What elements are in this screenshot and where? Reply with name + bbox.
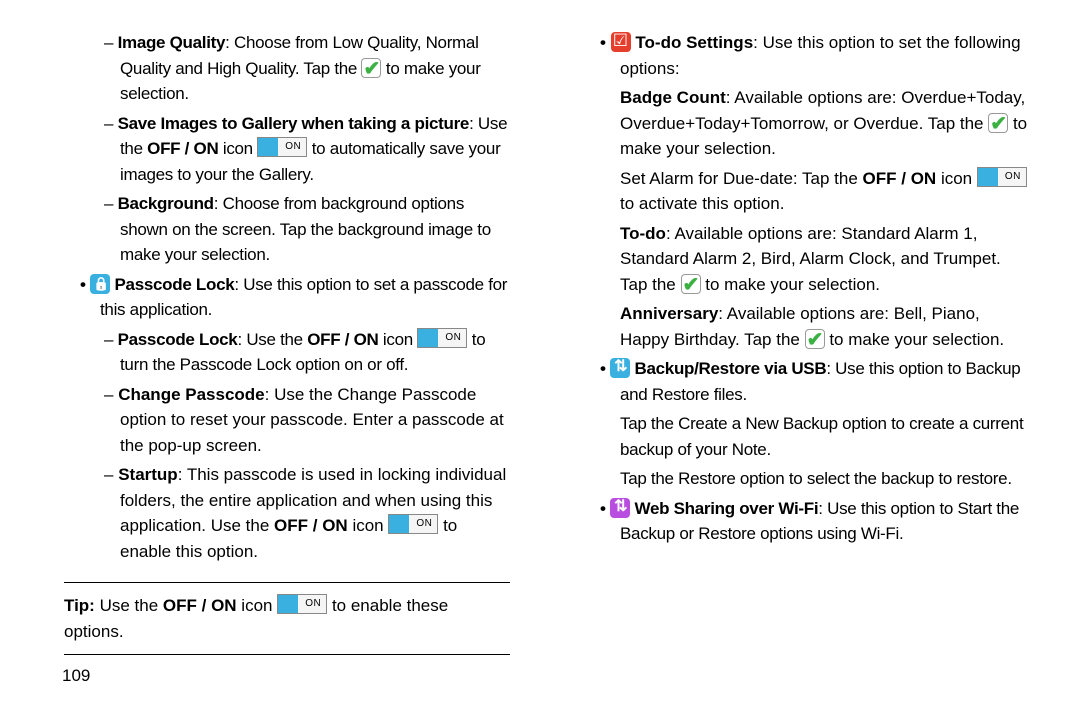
item-background: Background: Choose from background optio… xyxy=(40,191,510,268)
manual-page: Image Quality: Choose from Low Quality, … xyxy=(0,0,1080,665)
label: Image Quality xyxy=(118,33,226,52)
text-b: icon xyxy=(936,169,977,188)
item-save-images: Save Images to Gallery when taking a pic… xyxy=(40,111,510,188)
todo-icon xyxy=(611,32,631,52)
item-set-alarm: Set Alarm for Due-date: Tap the OFF / ON… xyxy=(560,166,1030,217)
text-b: icon xyxy=(379,330,418,349)
text-b: icon xyxy=(348,516,389,535)
divider xyxy=(64,582,510,583)
on-switch-icon xyxy=(417,328,467,348)
tip-line: Tip: Use the OFF / ON icon to enable the… xyxy=(40,593,510,644)
item-passcode-lock-heading: Passcode Lock: Use this option to set a … xyxy=(40,272,510,323)
text-b: to make your selection. xyxy=(825,330,1005,349)
checkmark-icon xyxy=(361,58,381,78)
page-number: 109 xyxy=(62,663,90,689)
label: Web Sharing over Wi-Fi xyxy=(635,499,819,518)
divider xyxy=(64,654,510,655)
item-web-sharing-wifi: Web Sharing over Wi-Fi: Use this option … xyxy=(560,496,1030,547)
item-backup-restore-usb: Backup/Restore via USB: Use this option … xyxy=(560,356,1030,407)
on-switch-icon xyxy=(257,137,307,157)
usb-icon xyxy=(610,358,630,378)
label: Backup/Restore via USB xyxy=(635,359,827,378)
off-on: OFF / ON xyxy=(307,330,378,349)
text-b: icon xyxy=(237,596,278,615)
label: Background xyxy=(118,194,214,213)
text-c: to activate this option. xyxy=(620,194,784,213)
checkmark-icon xyxy=(681,274,701,294)
label: Badge Count xyxy=(620,88,726,107)
text-a: Use the xyxy=(95,596,163,615)
label: Passcode Lock xyxy=(118,330,238,349)
off-on: OFF / ON xyxy=(863,169,937,188)
item-todo-settings: To-do Settings: Use this option to set t… xyxy=(560,30,1030,81)
text-b: icon xyxy=(218,139,257,158)
text-restore: Tap the Restore option to select the bac… xyxy=(560,466,1030,492)
label: Change Passcode xyxy=(118,385,264,404)
text-a: Set Alarm for Due-date: Tap the xyxy=(620,169,863,188)
off-on: OFF / ON xyxy=(147,139,218,158)
label: To-do Settings xyxy=(635,33,753,52)
lock-icon xyxy=(90,274,110,294)
text-a: : Use the xyxy=(237,330,307,349)
wifi-icon xyxy=(610,498,630,518)
on-switch-icon xyxy=(277,594,327,614)
item-passcode-lock-toggle: Passcode Lock: Use the OFF / ON icon to … xyxy=(40,327,510,378)
left-column: Image Quality: Choose from Low Quality, … xyxy=(40,30,510,665)
off-on: OFF / ON xyxy=(274,516,348,535)
label: Anniversary xyxy=(620,304,718,323)
on-switch-icon xyxy=(977,167,1027,187)
item-image-quality: Image Quality: Choose from Low Quality, … xyxy=(40,30,510,107)
item-startup: Startup: This passcode is used in lockin… xyxy=(40,462,510,564)
label: Startup xyxy=(118,465,178,484)
label: To-do xyxy=(620,224,666,243)
item-anniversary: Anniversary: Available options are: Bell… xyxy=(560,301,1030,352)
item-change-passcode: Change Passcode: Use the Change Passcode… xyxy=(40,382,510,459)
on-switch-icon xyxy=(388,514,438,534)
text-b: to make your selection. xyxy=(701,275,881,294)
right-column: To-do Settings: Use this option to set t… xyxy=(560,30,1030,665)
label: Save Images to Gallery when taking a pic… xyxy=(118,114,470,133)
tip-label: Tip: xyxy=(64,596,95,615)
item-badge-count: Badge Count: Available options are: Over… xyxy=(560,85,1030,162)
off-on: OFF / ON xyxy=(163,596,237,615)
item-todo-alarm-type: To-do: Available options are: Standard A… xyxy=(560,221,1030,298)
text-create-backup: Tap the Create a New Backup option to cr… xyxy=(560,411,1030,462)
label: Passcode Lock xyxy=(115,275,235,294)
checkmark-icon xyxy=(805,329,825,349)
checkmark-icon xyxy=(988,113,1008,133)
